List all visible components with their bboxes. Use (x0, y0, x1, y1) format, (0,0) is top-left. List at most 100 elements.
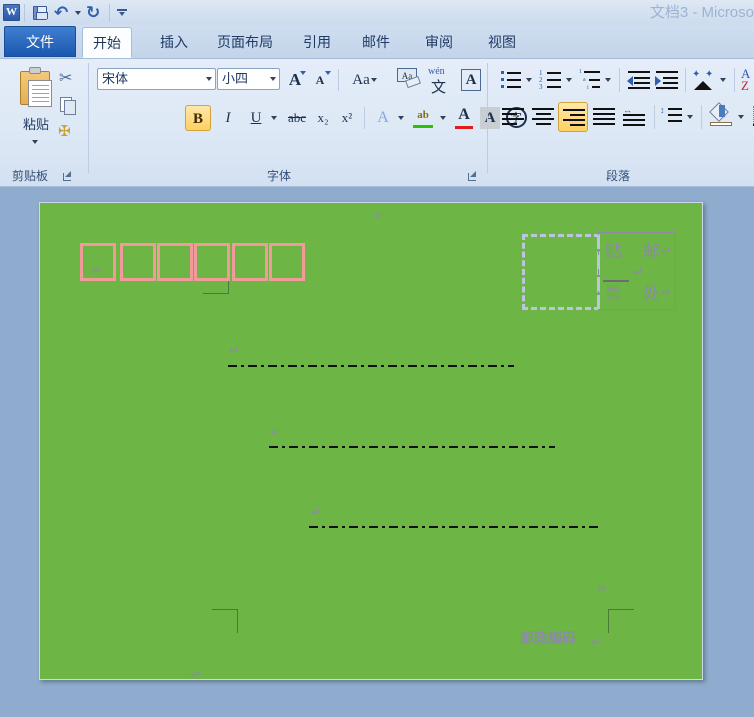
align-left-button[interactable] (498, 103, 528, 131)
customize-qat-icon[interactable] (114, 2, 130, 24)
tab-view[interactable]: 视图 (478, 27, 526, 58)
font-divider-2 (364, 107, 365, 129)
show-formatting-marks-button[interactable]: A Z (738, 65, 754, 93)
tab-file[interactable]: 文件 (4, 26, 76, 57)
align-center-button[interactable] (528, 103, 558, 131)
tab-references[interactable]: 引用 (293, 27, 341, 58)
decrease-indent-button[interactable] (626, 67, 652, 93)
copy-button[interactable] (56, 93, 80, 117)
highlight-color-button[interactable]: ab (409, 105, 437, 131)
superscript-button[interactable]: x² (335, 105, 359, 131)
increase-indent-button[interactable] (654, 67, 680, 93)
shading-button[interactable] (707, 102, 735, 131)
phonetic-guide-button[interactable]: wén 文 (426, 66, 456, 96)
tab-mailings[interactable]: 邮件 (352, 27, 400, 58)
stamp-char-piao: 票 (605, 284, 622, 303)
bold-label: B (192, 111, 203, 127)
distribute-button[interactable]: ↔ (619, 103, 649, 131)
ribbon-group-paragraph: 1 2 3 1 a i ✦ ✦ A Z ↔ ↕ 段落 (488, 59, 754, 187)
document-canvas[interactable]: ↵ ↵ 贴 邮 ↵ ↵ 票 处 ↵ ↵ ↵ ↵ ↵ 邮政编码 ↵ ↵ (0, 188, 754, 717)
align-right-button[interactable] (558, 102, 588, 132)
zip-digit-box-3[interactable] (157, 243, 193, 281)
sort-button[interactable]: ✦ ✦ (690, 67, 718, 93)
paragraph-mark-last: ↵ (191, 668, 202, 680)
line-spacing-button[interactable]: ↕ (659, 103, 685, 131)
qat-divider (24, 3, 25, 22)
font-family-dropdown-icon[interactable] (206, 77, 212, 81)
shrink-font-button[interactable]: A (308, 68, 332, 92)
address-line-3[interactable] (309, 526, 601, 528)
strikethrough-label: abc (287, 110, 307, 125)
redo-icon[interactable]: ↻ (83, 2, 105, 24)
text-boundary-corner-top (203, 281, 229, 295)
zipcode-label: 邮政编码 (520, 632, 576, 647)
paste-dropdown-icon[interactable] (32, 140, 38, 144)
format-painter-button[interactable]: ✠ (56, 119, 80, 143)
address-line-1[interactable] (228, 365, 514, 367)
change-case-button[interactable]: Aa (343, 68, 379, 92)
phonetic-label: 文 (431, 80, 447, 96)
font-divider-1 (338, 69, 339, 91)
paragraph-mark-zip: ↵ (91, 264, 102, 278)
zip-digit-box-5[interactable] (232, 243, 268, 281)
tab-review[interactable]: 审阅 (415, 27, 463, 58)
font-family-input[interactable]: 宋体 (97, 68, 216, 90)
line-spacing-dropdown-icon[interactable] (684, 103, 708, 131)
character-border-button[interactable]: A (457, 66, 485, 94)
undo-dropdown-icon[interactable] (73, 2, 83, 24)
tab-home[interactable]: 开始 (82, 27, 132, 58)
font-size-input[interactable]: 小四 (217, 68, 280, 90)
clear-formatting-button[interactable]: Aa (395, 66, 425, 94)
font-group-label: 字体 (266, 169, 291, 183)
strikethrough-button[interactable]: abc (283, 105, 311, 131)
bold-button[interactable]: B (185, 105, 211, 131)
paragraph-mark-bottom-right: ↵ (597, 582, 608, 596)
quick-access-toolbar: W ↶ ↻ (0, 0, 130, 25)
borders-button[interactable] (750, 103, 754, 131)
paste-icon (20, 67, 54, 107)
paragraph-mark: ↵ (374, 209, 385, 223)
numbering-button[interactable]: 1 2 3 (538, 67, 564, 93)
font-color-button[interactable]: A (451, 105, 477, 131)
italic-label: I (225, 110, 231, 126)
stamp-char-you: 邮 (643, 242, 660, 261)
subscript-button[interactable]: x₂ (311, 105, 335, 131)
text-boundary-corner-bottom-right (606, 609, 634, 633)
paragraph-mark-stamp-2: ↵ (661, 286, 672, 300)
text-effects-button[interactable]: A (370, 105, 396, 131)
underline-button[interactable]: U (244, 105, 268, 131)
paragraph-divider-4 (654, 105, 655, 129)
justify-button[interactable] (589, 103, 619, 131)
font-dialog-launcher[interactable] (467, 171, 478, 182)
stamp-placeholder-dashed[interactable] (522, 234, 600, 310)
undo-icon[interactable]: ↶ (51, 2, 73, 24)
zip-digit-box-6[interactable] (269, 243, 305, 281)
stamp-char-chu: 处 (643, 284, 660, 303)
highlight-label: ab (417, 109, 429, 121)
font-size-dropdown-icon[interactable] (270, 77, 276, 81)
paragraph-divider-3 (734, 68, 735, 92)
address-line-2[interactable] (269, 446, 555, 448)
zip-digit-box-4[interactable] (194, 243, 230, 281)
tab-insert[interactable]: 插入 (150, 27, 198, 58)
stamp-label-box[interactable]: 贴 邮 ↵ ↵ 票 处 ↵ (597, 232, 676, 310)
italic-button[interactable]: I (215, 105, 241, 131)
ribbon-tab-bar: 文件 开始 插入 页面布局 引用 邮件 审阅 视图 (0, 25, 754, 59)
bullets-button[interactable] (498, 67, 524, 93)
envelope-page[interactable]: ↵ ↵ 贴 邮 ↵ ↵ 票 处 ↵ ↵ ↵ ↵ ↵ 邮政编码 ↵ ↵ (39, 202, 703, 680)
tab-page-layout[interactable]: 页面布局 (207, 27, 283, 58)
cut-button[interactable] (56, 67, 80, 91)
font-family-value: 宋体 (102, 71, 129, 86)
save-icon[interactable] (29, 2, 51, 24)
zip-digit-box-2[interactable] (120, 243, 156, 281)
clipboard-dialog-launcher[interactable] (62, 171, 73, 182)
underline-label: U (250, 110, 262, 126)
document-title: 文档3 - Microso (649, 4, 754, 21)
grow-font-button[interactable]: A (283, 68, 307, 92)
title-bar: W ↶ ↻ 文档3 - Microso (0, 0, 754, 25)
word-logo-icon[interactable]: W (3, 4, 20, 21)
paragraph-divider-2 (685, 68, 686, 92)
multilevel-dropdown-icon[interactable] (602, 67, 626, 93)
multilevel-list-button[interactable]: 1 a i (578, 67, 604, 93)
ribbon-group-clipboard: 粘贴 ✠ 剪贴板 (0, 59, 88, 187)
